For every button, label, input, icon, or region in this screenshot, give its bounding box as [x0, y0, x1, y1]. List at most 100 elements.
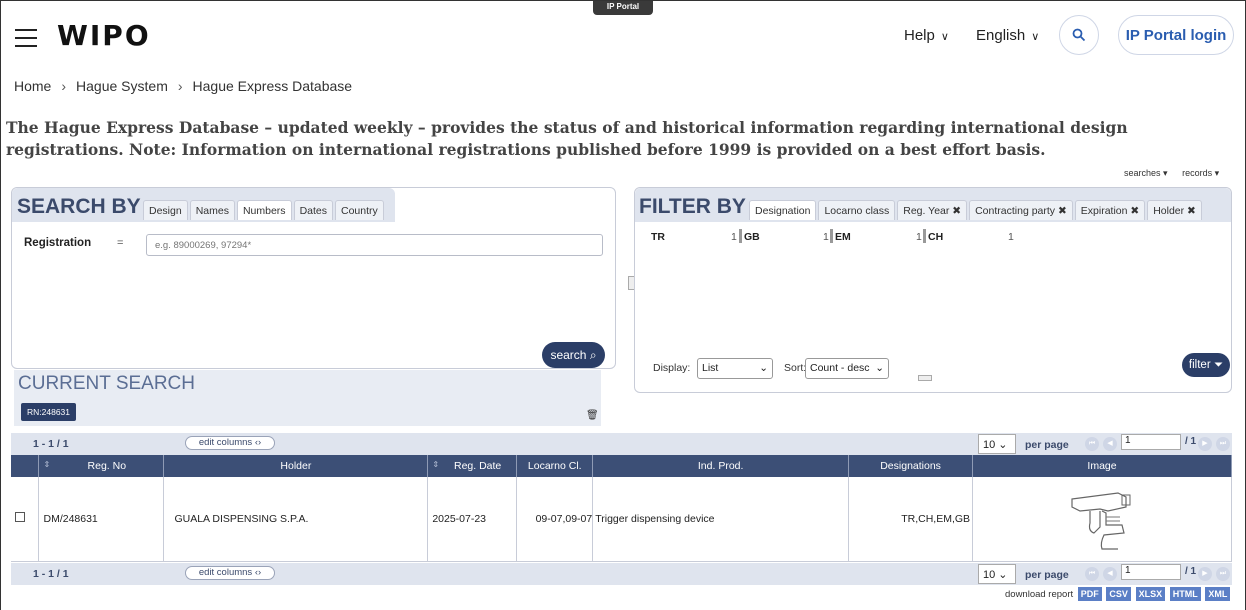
trigger-sprayer-image[interactable]: [1060, 477, 1145, 558]
filter-item-code[interactable]: CH: [928, 231, 943, 243]
pager-top: 1 - 1 / 1 edit columns ‹› 10 ⌄ per page …: [11, 433, 1232, 455]
filter-by-title: FILTER BY: [639, 195, 746, 218]
filter-button[interactable]: filter ⏷: [1182, 353, 1230, 377]
column-holder[interactable]: Holder: [163, 455, 429, 477]
display-select[interactable]: List ⌄: [697, 358, 773, 379]
breadcrumb-home[interactable]: Home: [14, 78, 51, 94]
select-column-header: [11, 455, 40, 477]
cell-reg-no[interactable]: DM/248631: [38, 477, 165, 562]
column-reg-date[interactable]: ⇕ Reg. Date: [427, 455, 518, 477]
ip-portal-login-button[interactable]: IP Portal login: [1118, 15, 1234, 55]
site-header: IP Portal WIPO Help ∨ English ∨ IP Portal …: [0, 0, 1246, 70]
column-ind-prod[interactable]: Ind. Prod.: [592, 455, 850, 477]
prev-page-icon[interactable]: ◀: [1103, 437, 1117, 451]
tab-numbers[interactable]: Numbers: [236, 200, 292, 220]
cell-reg-date: 2025-07-23: [427, 477, 518, 562]
ip-portal-tab[interactable]: IP Portal: [593, 1, 653, 15]
filter-item-count: 1: [916, 231, 922, 243]
display-label: Display:: [653, 362, 691, 374]
trash-icon[interactable]: 🗑: [586, 410, 599, 421]
chevron-down-icon: ∨: [940, 31, 949, 43]
next-page-icon[interactable]: ▶: [1198, 567, 1212, 581]
language-menu[interactable]: English ∨: [976, 27, 1039, 44]
filter-item-count: 1: [1008, 231, 1014, 243]
records-menu[interactable]: records ▾: [1176, 168, 1219, 178]
tab-reg-year[interactable]: Reg. Year ✖: [897, 200, 968, 220]
result-count: 1 - 1 / 1: [33, 438, 69, 450]
operator-label[interactable]: =: [117, 237, 123, 249]
page-input[interactable]: 1: [1121, 564, 1181, 580]
filter-item-code[interactable]: TR: [651, 231, 665, 243]
search-button[interactable]: [1059, 15, 1099, 55]
wipo-logo[interactable]: WIPO: [57, 19, 151, 52]
sort-label: Sort:: [784, 362, 807, 374]
funnel-icon: ⏷: [1213, 358, 1224, 371]
first-page-icon[interactable]: ⏮: [1085, 437, 1099, 451]
column-designations[interactable]: Designations: [848, 455, 974, 477]
page-total: / 1: [1185, 436, 1197, 447]
searches-menu[interactable]: searches ▾: [1118, 168, 1168, 178]
search-tabs: Design Names Numbers Dates Country: [143, 200, 386, 220]
current-search-title: CURRENT SEARCH: [18, 373, 196, 394]
search-icon: ⌕: [589, 347, 597, 362]
filter-bar: [830, 229, 833, 243]
column-locarno[interactable]: Locarno Cl.: [516, 455, 594, 477]
cell-image[interactable]: [972, 477, 1232, 562]
filter-panel: FILTER BY Designation Locarno class Reg.…: [634, 187, 1232, 393]
chevron-down-icon: ∨: [1031, 31, 1040, 43]
help-menu[interactable]: Help ∨: [904, 27, 949, 44]
search-icon: [1072, 28, 1086, 42]
menu-icon[interactable]: [15, 29, 37, 53]
last-page-icon[interactable]: ⏭: [1216, 567, 1230, 581]
download-html-button[interactable]: HTML: [1169, 587, 1201, 601]
tab-design[interactable]: Design: [143, 200, 188, 220]
cell-locarno: 09-07,09-07: [516, 477, 594, 562]
download-xlsx-button[interactable]: XLSX: [1135, 587, 1166, 601]
per-page-select[interactable]: 10 ⌄: [978, 434, 1016, 454]
search-criteria-chip[interactable]: RN:248631: [21, 403, 77, 421]
tab-names[interactable]: Names: [189, 200, 235, 220]
filter-item-code[interactable]: EM: [835, 231, 851, 243]
cell-designations: TR,CH,EM,GB: [848, 477, 974, 562]
download-xml-button[interactable]: XML: [1205, 587, 1231, 601]
filter-item-count: 1: [823, 231, 829, 243]
filter-bar: [739, 229, 742, 243]
tab-contracting-party[interactable]: Contracting party ✖: [969, 200, 1073, 220]
registration-input[interactable]: [146, 234, 603, 256]
column-image[interactable]: Image: [972, 455, 1232, 477]
page-input[interactable]: 1: [1121, 434, 1181, 450]
search-by-title: SEARCH BY: [17, 195, 141, 218]
next-page-icon[interactable]: ▶: [1198, 437, 1212, 451]
edit-columns-button[interactable]: edit columns ‹›: [185, 566, 275, 580]
tab-country[interactable]: Country: [335, 200, 384, 220]
prev-page-icon[interactable]: ◀: [1103, 567, 1117, 581]
tab-dates[interactable]: Dates: [293, 200, 333, 220]
per-page-label: per page: [1025, 569, 1069, 581]
per-page-select[interactable]: 10 ⌄: [978, 564, 1016, 584]
filter-tabs: Designation Locarno class Reg. Year ✖ Co…: [749, 200, 1204, 220]
row-checkbox[interactable]: [15, 512, 25, 523]
cell-ind-prod: Trigger dispensing device: [592, 477, 850, 562]
filter-bar: [923, 229, 926, 243]
breadcrumb-hague-system[interactable]: Hague System: [76, 78, 168, 94]
download-pdf-button[interactable]: PDF: [1077, 587, 1102, 601]
tab-expiration[interactable]: Expiration ✖: [1074, 200, 1146, 220]
tab-holder[interactable]: Holder ✖: [1147, 200, 1202, 220]
edit-columns-button[interactable]: edit columns ‹›: [185, 436, 275, 450]
breadcrumb-hague-express[interactable]: Hague Express Database: [193, 78, 353, 94]
tab-designation[interactable]: Designation: [749, 200, 817, 220]
pager-bottom: 1 - 1 / 1 edit columns ‹› 10 ⌄ per page …: [11, 563, 1232, 585]
download-csv-button[interactable]: CSV: [1106, 587, 1131, 601]
language-label: English: [976, 27, 1026, 44]
filter-resize-handle[interactable]: [918, 375, 932, 381]
sort-select[interactable]: Count - desc ⌄: [805, 358, 889, 379]
table-row[interactable]: DM/248631 GUALA DISPENSING S.P.A. 2025-0…: [11, 477, 1232, 562]
first-page-icon[interactable]: ⏮: [1085, 567, 1099, 581]
tab-locarno-class[interactable]: Locarno class: [818, 200, 896, 220]
column-reg-no[interactable]: ⇕ Reg. No: [38, 455, 165, 477]
last-page-icon[interactable]: ⏭: [1216, 437, 1230, 451]
filter-item-code[interactable]: GB: [744, 231, 760, 243]
search-submit-button[interactable]: search ⌕: [542, 342, 605, 368]
filter-item-count: 1: [731, 231, 737, 243]
download-report: download report PDF CSV XLSX HTML XML: [1005, 587, 1231, 601]
